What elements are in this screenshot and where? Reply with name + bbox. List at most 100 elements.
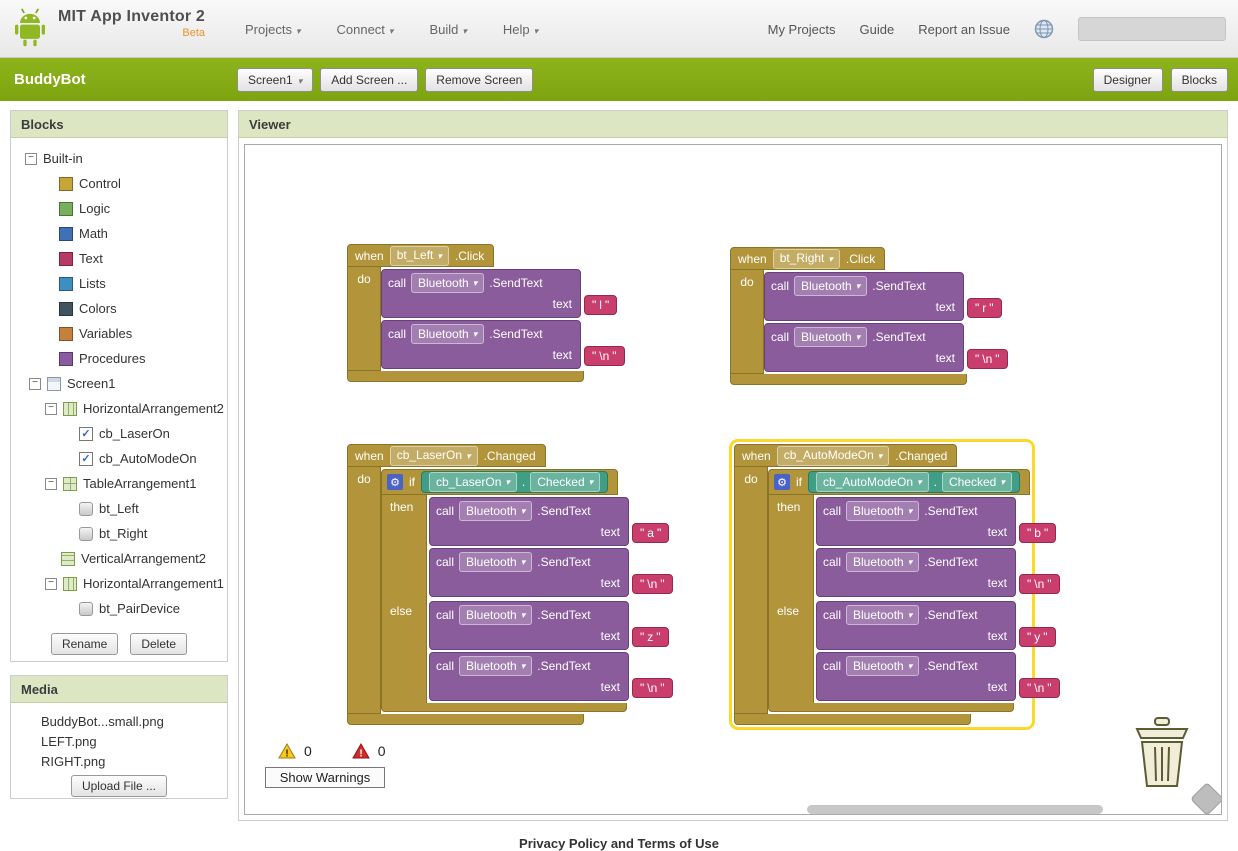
component-dropdown[interactable]: cb_AutoModeOn [816, 472, 929, 492]
tree-item-bt-pairdevice[interactable]: bt_PairDevice [11, 596, 227, 621]
component-dropdown[interactable]: Bluetooth [411, 273, 485, 293]
text-string-block[interactable]: " l " [584, 295, 618, 315]
tree-item-bt-right[interactable]: bt_Right [11, 521, 227, 546]
collapse-icon[interactable] [45, 577, 57, 590]
when-bt-left-click-block[interactable]: when bt_Left .Click do call Bluetooth .S… [347, 244, 625, 382]
component-dropdown[interactable]: bt_Left [389, 245, 449, 266]
call-sendtext-block[interactable]: call Bluetooth .SendText text "\n" [816, 548, 1060, 597]
tree-item-horizontalarrangement2[interactable]: HorizontalArrangement2 [11, 396, 227, 421]
tree-item-builtin[interactable]: Built-in [11, 146, 227, 171]
tree-item-text[interactable]: Text [11, 246, 227, 271]
call-sendtext-block[interactable]: call Bluetooth .SendText text "\n" [764, 323, 1008, 372]
property-dropdown[interactable]: Checked [530, 472, 601, 492]
screen-selector-button[interactable]: Screen1 [237, 67, 314, 92]
blocks-button[interactable]: Blocks [1170, 67, 1228, 92]
text-string-block[interactable]: " \n " [584, 346, 625, 366]
media-file[interactable]: LEFT.png [41, 731, 227, 751]
component-dropdown[interactable]: cb_LaserOn [429, 472, 517, 492]
blocks-workspace[interactable]: when bt_Left .Click do call Bluetooth .S… [244, 144, 1222, 815]
link-my-projects[interactable]: My Projects [768, 22, 836, 37]
text-string-block[interactable]: " b " [1019, 523, 1057, 543]
remove-screen-button[interactable]: Remove Screen [425, 67, 534, 92]
menu-connect[interactable]: Connect [337, 22, 394, 37]
show-warnings-button[interactable]: Show Warnings [265, 767, 385, 788]
component-dropdown[interactable]: Bluetooth [794, 276, 868, 296]
menu-projects[interactable]: Projects [245, 22, 301, 37]
call-sendtext-block[interactable]: call Bluetooth .SendText text "z" [429, 601, 669, 650]
call-sendtext-block[interactable]: call Bluetooth .SendText text "y" [816, 601, 1056, 650]
text-string-block[interactable]: " \n " [632, 678, 673, 698]
collapse-icon[interactable] [45, 477, 57, 490]
if-else-block[interactable]: ⚙ if cb_AutoModeOn . Checked then [768, 469, 1060, 712]
rename-button[interactable]: Rename [50, 633, 119, 655]
text-string-block[interactable]: " \n " [632, 574, 673, 594]
tree-item-cb-automodeon[interactable]: cb_AutoModeOn [11, 446, 227, 471]
component-dropdown[interactable]: Bluetooth [846, 501, 920, 521]
mutator-gear-icon[interactable]: ⚙ [774, 474, 790, 490]
language-globe-icon[interactable] [1034, 19, 1054, 39]
call-sendtext-block[interactable]: call Bluetooth .SendText text "l" [381, 269, 618, 318]
text-string-block[interactable]: " \n " [1019, 574, 1060, 594]
component-dropdown[interactable]: Bluetooth [459, 501, 533, 521]
component-dropdown[interactable]: cb_AutoModeOn [776, 445, 890, 466]
collapse-icon[interactable] [29, 377, 41, 390]
call-sendtext-block[interactable]: call Bluetooth .SendText text "\n" [429, 548, 673, 597]
trash-can-icon[interactable] [1133, 717, 1191, 789]
mutator-gear-icon[interactable]: ⚙ [387, 474, 403, 490]
tree-item-cb-laseron[interactable]: cb_LaserOn [11, 421, 227, 446]
when-cb-automodeon-changed-block[interactable]: when cb_AutoModeOn .Changed do ⚙ if cb_A… [729, 439, 1060, 730]
component-dropdown[interactable]: Bluetooth [459, 605, 533, 625]
call-sendtext-block[interactable]: call Bluetooth .SendText text "r" [764, 272, 1002, 321]
add-screen-button[interactable]: Add Screen ... [320, 67, 419, 92]
delete-button[interactable]: Delete [130, 633, 188, 655]
text-string-block[interactable]: " r " [967, 298, 1002, 318]
tree-item-logic[interactable]: Logic [11, 196, 227, 221]
tree-item-colors[interactable]: Colors [11, 296, 227, 321]
user-account-redacted[interactable] [1078, 17, 1226, 41]
component-dropdown[interactable]: Bluetooth [846, 552, 920, 572]
tree-item-screen1[interactable]: Screen1 [11, 371, 227, 396]
checked-property-block[interactable]: cb_LaserOn . Checked [421, 471, 609, 493]
call-sendtext-block[interactable]: call Bluetooth .SendText text "a" [429, 497, 670, 546]
component-dropdown[interactable]: bt_Right [772, 248, 840, 269]
component-dropdown[interactable]: Bluetooth [459, 552, 533, 572]
call-sendtext-block[interactable]: call Bluetooth .SendText text "\n" [429, 652, 673, 701]
privacy-terms-link[interactable]: Privacy Policy and Terms of Use [519, 836, 719, 851]
when-cb-laseron-changed-block[interactable]: when cb_LaserOn .Changed do ⚙ if cb_Lase… [347, 444, 673, 725]
text-string-block[interactable]: " \n " [1019, 678, 1060, 698]
component-dropdown[interactable]: Bluetooth [794, 327, 868, 347]
text-string-block[interactable]: " a " [632, 523, 670, 543]
tree-item-control[interactable]: Control [11, 171, 227, 196]
media-file[interactable]: RIGHT.png [41, 751, 227, 771]
tree-item-math[interactable]: Math [11, 221, 227, 246]
if-else-block[interactable]: ⚙ if cb_LaserOn . Checked then [381, 469, 673, 712]
component-dropdown[interactable]: Bluetooth [846, 605, 920, 625]
component-dropdown[interactable]: Bluetooth [411, 324, 485, 344]
horizontal-scrollbar[interactable] [807, 805, 1103, 814]
component-dropdown[interactable]: cb_LaserOn [389, 445, 478, 466]
link-guide[interactable]: Guide [860, 22, 895, 37]
tree-item-horizontalarrangement1[interactable]: HorizontalArrangement1 [11, 571, 227, 596]
menu-build[interactable]: Build [429, 22, 466, 37]
tree-item-bt-left[interactable]: bt_Left [11, 496, 227, 521]
text-string-block[interactable]: " z " [632, 627, 669, 647]
property-dropdown[interactable]: Checked [941, 472, 1012, 492]
tree-item-lists[interactable]: Lists [11, 271, 227, 296]
call-sendtext-block[interactable]: call Bluetooth .SendText text "\n" [816, 652, 1060, 701]
menu-help[interactable]: Help [503, 22, 538, 37]
media-file[interactable]: BuddyBot...small.png [41, 711, 227, 731]
upload-file-button[interactable]: Upload File ... [70, 775, 168, 797]
call-sendtext-block[interactable]: call Bluetooth .SendText text "\n" [381, 320, 625, 369]
call-sendtext-block[interactable]: call Bluetooth .SendText text "b" [816, 497, 1057, 546]
component-dropdown[interactable]: Bluetooth [846, 656, 920, 676]
when-bt-right-click-block[interactable]: when bt_Right .Click do call Bluetooth .… [730, 247, 1008, 385]
tree-item-variables[interactable]: Variables [11, 321, 227, 346]
component-dropdown[interactable]: Bluetooth [459, 656, 533, 676]
link-report-issue[interactable]: Report an Issue [918, 22, 1010, 37]
tree-item-procedures[interactable]: Procedures [11, 346, 227, 371]
tree-item-verticalarrangement2[interactable]: VerticalArrangement2 [11, 546, 227, 571]
collapse-icon[interactable] [45, 402, 57, 415]
text-string-block[interactable]: " y " [1019, 627, 1056, 647]
text-string-block[interactable]: " \n " [967, 349, 1008, 369]
checked-property-block[interactable]: cb_AutoModeOn . Checked [808, 471, 1020, 493]
